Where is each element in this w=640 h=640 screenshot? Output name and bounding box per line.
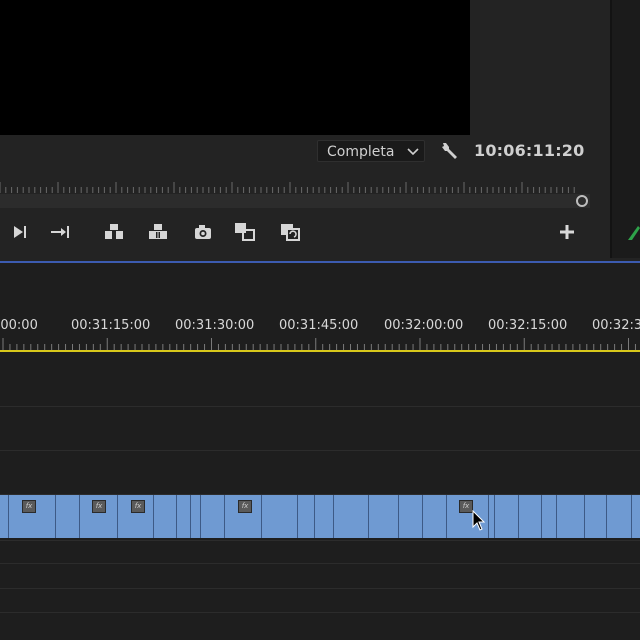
ruler-label: 00:31:30:00: [175, 318, 255, 333]
extract-icon[interactable]: [145, 219, 171, 245]
step-forward-icon[interactable]: [6, 219, 32, 245]
clip-boundary[interactable]: [314, 495, 315, 538]
playback-resolution-value: Completa: [327, 144, 395, 160]
clip-boundary[interactable]: [261, 495, 262, 538]
clip-boundary[interactable]: [153, 495, 154, 538]
ruler-label: :00:00: [0, 318, 38, 333]
timeline-ruler[interactable]: [0, 336, 640, 350]
go-to-out-icon[interactable]: [48, 219, 74, 245]
clip-boundary[interactable]: [584, 495, 585, 538]
clip-boundary[interactable]: [446, 495, 447, 538]
ruler-label: 00:32:15:00: [488, 318, 568, 333]
track-divider: [0, 406, 640, 407]
track-divider: [0, 563, 640, 564]
clip-boundary[interactable]: [297, 495, 298, 538]
clip-boundary[interactable]: [55, 495, 56, 538]
playback-resolution-dropdown[interactable]: Completa: [317, 140, 425, 162]
fx-badge[interactable]: fx: [459, 500, 473, 513]
track-divider: [0, 612, 640, 613]
track-divider: [0, 540, 640, 541]
clip-boundary[interactable]: [333, 495, 334, 538]
clip-boundary[interactable]: [494, 495, 495, 538]
chevron-down-icon: [407, 148, 419, 156]
ruler-label: 00:31:45:00: [279, 318, 359, 333]
ruler-label: 00:32:00:00: [384, 318, 464, 333]
clip-boundary[interactable]: [556, 495, 557, 538]
clip-boundary[interactable]: [368, 495, 369, 538]
clip-boundary[interactable]: [518, 495, 519, 538]
lift-icon[interactable]: [101, 219, 127, 245]
export-frame-icon[interactable]: [190, 219, 216, 245]
program-monitor-video[interactable]: [0, 0, 470, 135]
mouse-pointer-icon: [472, 510, 486, 531]
clip-boundary[interactable]: [606, 495, 607, 538]
add-icon[interactable]: [556, 221, 578, 243]
clip-boundary[interactable]: [422, 495, 423, 538]
clip-boundary[interactable]: [398, 495, 399, 538]
track-divider: [0, 588, 640, 589]
fx-badge[interactable]: fx: [131, 500, 145, 513]
wrench-icon[interactable]: [440, 141, 460, 161]
ruler-label: 00:32:30: [592, 318, 640, 333]
monitor-time-ruler[interactable]: [0, 176, 590, 208]
track-divider: [0, 450, 640, 451]
fx-badge[interactable]: fx: [238, 500, 252, 513]
clip-boundary[interactable]: [190, 495, 191, 538]
side-panel: [610, 0, 640, 258]
clip-boundary[interactable]: [224, 495, 225, 538]
clip-boundary[interactable]: [8, 495, 9, 538]
fx-badge[interactable]: fx: [92, 500, 106, 513]
work-area-bar[interactable]: [0, 350, 640, 352]
clip-boundary[interactable]: [488, 495, 489, 538]
clip-boundary[interactable]: [200, 495, 201, 538]
clip-boundary[interactable]: [117, 495, 118, 538]
clip-boundary[interactable]: [176, 495, 177, 538]
fx-badge[interactable]: fx: [22, 500, 36, 513]
clip-boundary[interactable]: [79, 495, 80, 538]
clip-boundary[interactable]: [631, 495, 632, 538]
clip-boundary[interactable]: [541, 495, 542, 538]
comparison-view-icon[interactable]: [232, 219, 258, 245]
ruler-label: 00:31:15:00: [71, 318, 151, 333]
playhead-timecode[interactable]: 10:06:11:20: [474, 140, 584, 162]
audio-meter-icon: [628, 226, 640, 240]
proxy-toggle-icon[interactable]: [277, 219, 303, 245]
